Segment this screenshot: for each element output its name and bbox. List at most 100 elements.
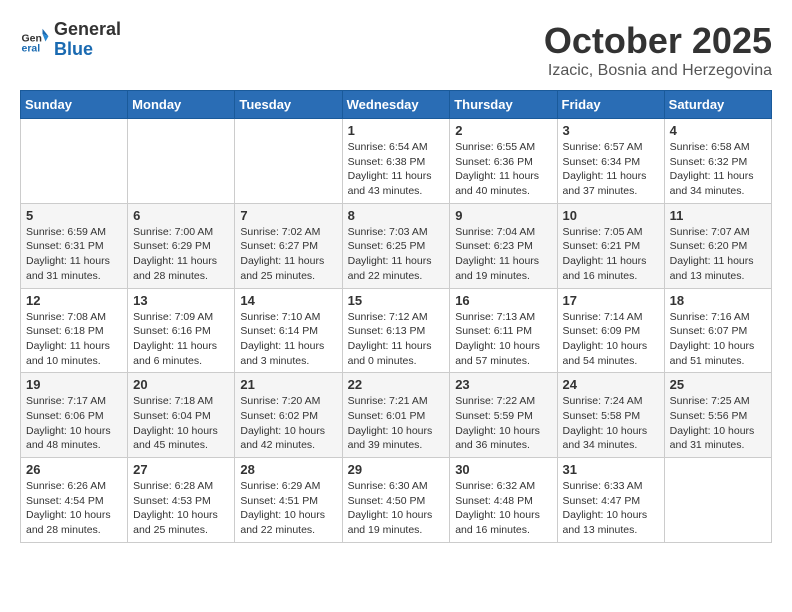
day-number: 11	[670, 208, 766, 223]
day-number: 25	[670, 377, 766, 392]
weekday-header-sunday: Sunday	[21, 91, 128, 119]
day-number: 22	[348, 377, 445, 392]
calendar-cell: 13Sunrise: 7:09 AM Sunset: 6:16 PM Dayli…	[128, 288, 235, 373]
calendar-cell: 29 Sunrise: 6:30 AM Sunset: 4:50 PM Dayli…	[342, 458, 450, 543]
calendar-cell: 28 Sunrise: 6:29 AM Sunset: 4:51 PM Dayli…	[235, 458, 342, 543]
day-number: 23	[455, 377, 551, 392]
day-info: Sunrise: 6:28 AM Sunset: 4:53 PM Dayligh…	[133, 479, 229, 538]
calendar-cell: 25Sunrise: 7:25 AM Sunset: 5:56 PM Dayli…	[664, 373, 771, 458]
calendar-cell: 19Sunrise: 7:17 AM Sunset: 6:06 PM Dayli…	[21, 373, 128, 458]
day-number: 16	[455, 293, 551, 308]
calendar-cell: 18 Sunrise: 7:16 AM Sunset: 6:07 PM Dayli…	[664, 288, 771, 373]
day-info: Sunrise: 6:30 AM Sunset: 4:50 PM Dayligh…	[348, 479, 445, 538]
day-number: 6	[133, 208, 229, 223]
calendar-cell: 31 Sunrise: 6:33 AM Sunset: 4:47 PM Dayli…	[557, 458, 664, 543]
weekday-header-monday: Monday	[128, 91, 235, 119]
day-number: 4	[670, 123, 766, 138]
title-block: October 2025 Izacic, Bosnia and Herzegov…	[544, 20, 772, 80]
day-number: 19	[26, 377, 122, 392]
day-info: Sunrise: 6:58 AM Sunset: 6:32 PM Dayligh…	[670, 140, 766, 199]
calendar-cell: 3 Sunrise: 6:57 AM Sunset: 6:34 PM Daylig…	[557, 119, 664, 204]
calendar-cell: 20 Sunrise: 7:18 AM Sunset: 6:04 PM Dayli…	[128, 373, 235, 458]
day-number: 31	[563, 462, 659, 477]
calendar-cell: 5 Sunrise: 6:59 AM Sunset: 6:31 PM Daylig…	[21, 203, 128, 288]
calendar-cell: 10Sunrise: 7:05 AM Sunset: 6:21 PM Dayli…	[557, 203, 664, 288]
calendar-cell: 26 Sunrise: 6:26 AM Sunset: 4:54 PM Dayli…	[21, 458, 128, 543]
day-number: 2	[455, 123, 551, 138]
calendar-cell: 8 Sunrise: 7:03 AM Sunset: 6:25 PM Daylig…	[342, 203, 450, 288]
calendar-table: SundayMondayTuesdayWednesdayThursdayFrid…	[20, 90, 772, 543]
logo-general-text: General	[54, 20, 121, 40]
calendar-week-4: 19Sunrise: 7:17 AM Sunset: 6:06 PM Dayli…	[21, 373, 772, 458]
calendar-cell: 21Sunrise: 7:20 AM Sunset: 6:02 PM Dayli…	[235, 373, 342, 458]
calendar-cell: 22Sunrise: 7:21 AM Sunset: 6:01 PM Dayli…	[342, 373, 450, 458]
day-info: Sunrise: 7:07 AM Sunset: 6:20 PM Dayligh…	[670, 225, 766, 284]
calendar-week-2: 5 Sunrise: 6:59 AM Sunset: 6:31 PM Daylig…	[21, 203, 772, 288]
day-info: Sunrise: 6:55 AM Sunset: 6:36 PM Dayligh…	[455, 140, 551, 199]
day-number: 15	[348, 293, 445, 308]
calendar-cell: 2 Sunrise: 6:55 AM Sunset: 6:36 PM Daylig…	[450, 119, 557, 204]
day-number: 10	[563, 208, 659, 223]
calendar-cell: 11 Sunrise: 7:07 AM Sunset: 6:20 PM Dayli…	[664, 203, 771, 288]
day-info: Sunrise: 7:09 AM Sunset: 6:16 PM Dayligh…	[133, 310, 229, 369]
day-number: 28	[240, 462, 336, 477]
day-info: Sunrise: 7:04 AM Sunset: 6:23 PM Dayligh…	[455, 225, 551, 284]
day-info: Sunrise: 7:08 AM Sunset: 6:18 PM Dayligh…	[26, 310, 122, 369]
day-number: 7	[240, 208, 336, 223]
calendar-cell	[664, 458, 771, 543]
day-info: Sunrise: 6:33 AM Sunset: 4:47 PM Dayligh…	[563, 479, 659, 538]
day-info: Sunrise: 6:57 AM Sunset: 6:34 PM Dayligh…	[563, 140, 659, 199]
calendar-cell	[21, 119, 128, 204]
day-info: Sunrise: 7:16 AM Sunset: 6:07 PM Dayligh…	[670, 310, 766, 369]
day-number: 27	[133, 462, 229, 477]
day-number: 12	[26, 293, 122, 308]
weekday-header-row: SundayMondayTuesdayWednesdayThursdayFrid…	[21, 91, 772, 119]
day-info: Sunrise: 6:32 AM Sunset: 4:48 PM Dayligh…	[455, 479, 551, 538]
logo-text: General Blue	[54, 20, 121, 60]
day-info: Sunrise: 7:20 AM Sunset: 6:02 PM Dayligh…	[240, 394, 336, 453]
day-info: Sunrise: 7:14 AM Sunset: 6:09 PM Dayligh…	[563, 310, 659, 369]
weekday-header-thursday: Thursday	[450, 91, 557, 119]
day-info: Sunrise: 7:10 AM Sunset: 6:14 PM Dayligh…	[240, 310, 336, 369]
day-number: 5	[26, 208, 122, 223]
weekday-header-tuesday: Tuesday	[235, 91, 342, 119]
calendar-cell: 23 Sunrise: 7:22 AM Sunset: 5:59 PM Dayli…	[450, 373, 557, 458]
page-header: Gen eral General Blue October 2025 Izaci…	[20, 20, 772, 80]
day-number: 30	[455, 462, 551, 477]
day-info: Sunrise: 7:22 AM Sunset: 5:59 PM Dayligh…	[455, 394, 551, 453]
calendar-cell	[128, 119, 235, 204]
day-number: 20	[133, 377, 229, 392]
day-info: Sunrise: 7:00 AM Sunset: 6:29 PM Dayligh…	[133, 225, 229, 284]
day-number: 29	[348, 462, 445, 477]
day-number: 9	[455, 208, 551, 223]
logo: Gen eral General Blue	[20, 20, 121, 60]
day-info: Sunrise: 6:26 AM Sunset: 4:54 PM Dayligh…	[26, 479, 122, 538]
location-text: Izacic, Bosnia and Herzegovina	[544, 62, 772, 80]
day-number: 18	[670, 293, 766, 308]
calendar-cell: 14Sunrise: 7:10 AM Sunset: 6:14 PM Dayli…	[235, 288, 342, 373]
calendar-week-5: 26 Sunrise: 6:26 AM Sunset: 4:54 PM Dayli…	[21, 458, 772, 543]
day-number: 3	[563, 123, 659, 138]
calendar-cell: 12 Sunrise: 7:08 AM Sunset: 6:18 PM Dayli…	[21, 288, 128, 373]
day-info: Sunrise: 7:12 AM Sunset: 6:13 PM Dayligh…	[348, 310, 445, 369]
calendar-cell: 9 Sunrise: 7:04 AM Sunset: 6:23 PM Daylig…	[450, 203, 557, 288]
weekday-header-friday: Friday	[557, 91, 664, 119]
day-info: Sunrise: 6:54 AM Sunset: 6:38 PM Dayligh…	[348, 140, 445, 199]
logo-blue-text: Blue	[54, 40, 121, 60]
svg-text:eral: eral	[22, 42, 41, 54]
day-info: Sunrise: 7:03 AM Sunset: 6:25 PM Dayligh…	[348, 225, 445, 284]
calendar-cell: 6 Sunrise: 7:00 AM Sunset: 6:29 PM Daylig…	[128, 203, 235, 288]
day-number: 8	[348, 208, 445, 223]
day-number: 1	[348, 123, 445, 138]
day-info: Sunrise: 6:59 AM Sunset: 6:31 PM Dayligh…	[26, 225, 122, 284]
calendar-week-1: 1 Sunrise: 6:54 AM Sunset: 6:38 PM Daylig…	[21, 119, 772, 204]
weekday-header-saturday: Saturday	[664, 91, 771, 119]
day-number: 17	[563, 293, 659, 308]
calendar-cell: 1 Sunrise: 6:54 AM Sunset: 6:38 PM Daylig…	[342, 119, 450, 204]
day-info: Sunrise: 7:18 AM Sunset: 6:04 PM Dayligh…	[133, 394, 229, 453]
day-number: 26	[26, 462, 122, 477]
calendar-cell: 27 Sunrise: 6:28 AM Sunset: 4:53 PM Dayli…	[128, 458, 235, 543]
calendar-week-3: 12 Sunrise: 7:08 AM Sunset: 6:18 PM Dayli…	[21, 288, 772, 373]
day-info: Sunrise: 6:29 AM Sunset: 4:51 PM Dayligh…	[240, 479, 336, 538]
logo-icon: Gen eral	[20, 25, 50, 55]
